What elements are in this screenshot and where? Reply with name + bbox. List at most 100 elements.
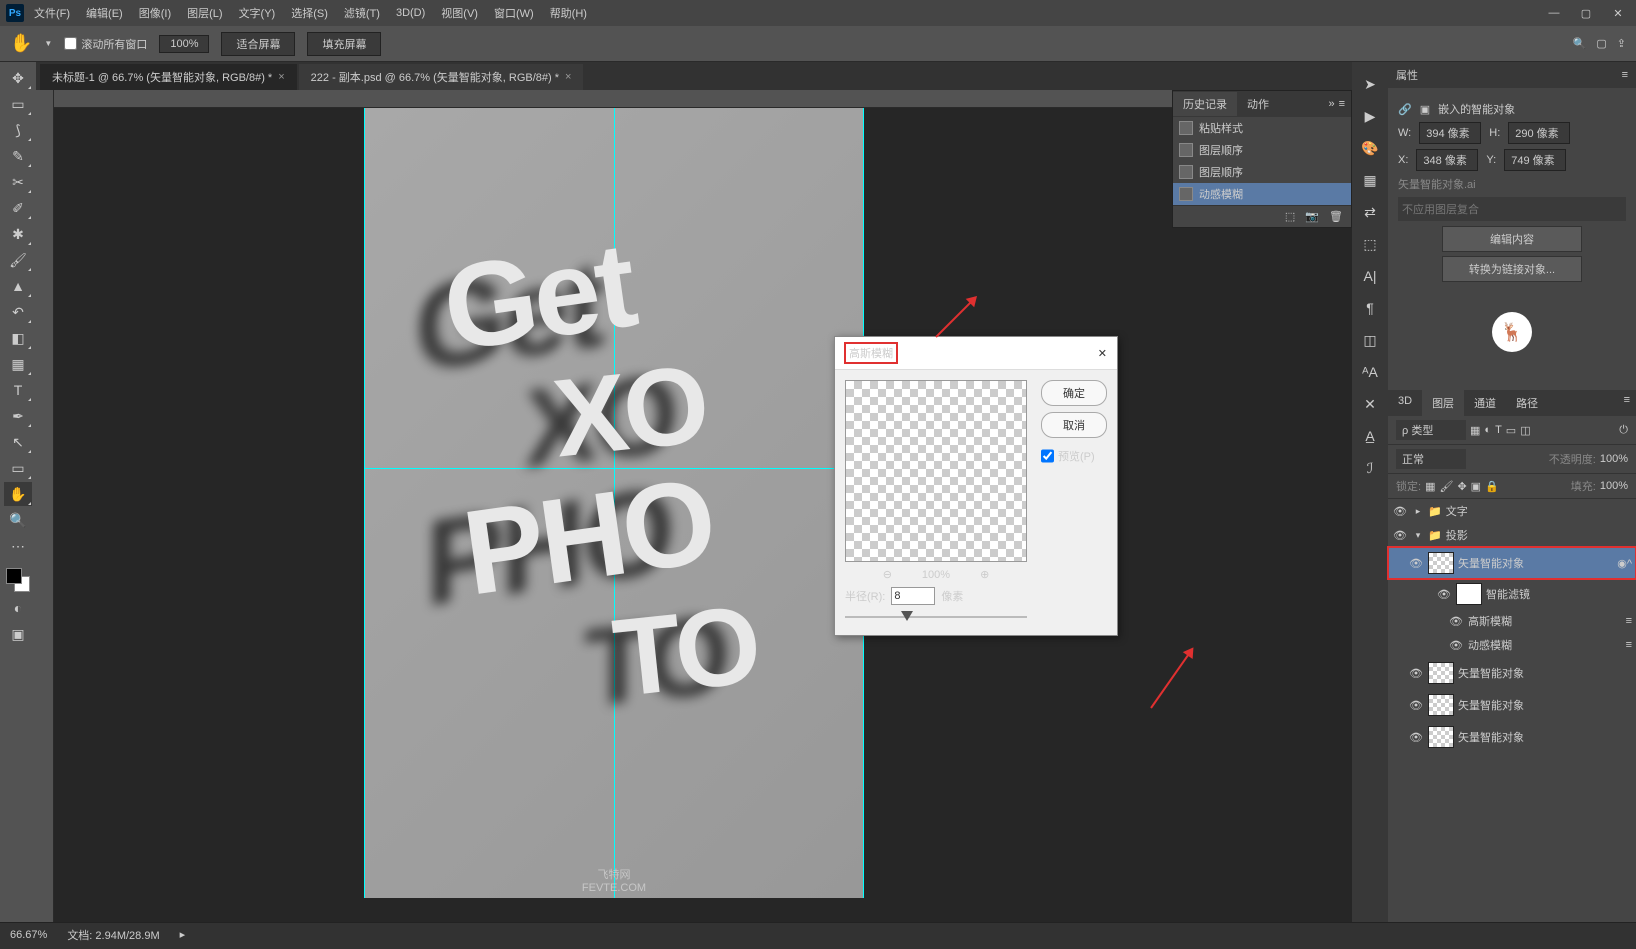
- menu-image[interactable]: 图像(I): [133, 2, 177, 24]
- filter-motion-blur[interactable]: 👁动感模糊≡: [1388, 633, 1636, 657]
- menu-filter[interactable]: 滤镜(T): [338, 2, 386, 24]
- status-chevron[interactable]: ▸: [180, 928, 186, 941]
- visibility-toggle[interactable]: 👁: [1408, 667, 1424, 680]
- convert-link-button[interactable]: 转换为链接对象...: [1442, 256, 1582, 282]
- history-item-selected[interactable]: 动感模糊: [1173, 183, 1351, 205]
- zoom-status[interactable]: 66.67%: [10, 929, 47, 941]
- menu-type[interactable]: 文字(Y): [233, 2, 282, 24]
- zoom-tool[interactable]: 🔍: [4, 508, 32, 532]
- scroll-all-checkbox[interactable]: 滚动所有窗口: [64, 36, 147, 52]
- tab-document-1[interactable]: 未标题-1 @ 66.7% (矢量智能对象, RGB/8#) *×: [40, 64, 297, 90]
- layer-smart-object[interactable]: 👁矢量智能对象: [1388, 689, 1636, 721]
- close-icon[interactable]: ✕: [1098, 347, 1107, 360]
- tab-layers[interactable]: 图层: [1422, 390, 1464, 416]
- search-icon[interactable]: 🔍: [1573, 37, 1587, 50]
- menu-3d[interactable]: 3D(D): [390, 4, 431, 22]
- eraser-tool[interactable]: ◧: [4, 326, 32, 350]
- layer-group-shadow[interactable]: 👁▾📁投影: [1388, 523, 1636, 547]
- pen-tool[interactable]: ✒: [4, 404, 32, 428]
- filter-shape-icon[interactable]: ▭: [1506, 424, 1516, 437]
- panel-menu-icon[interactable]: ≡: [1618, 390, 1636, 416]
- zoom-in-icon[interactable]: ⊕: [980, 568, 989, 581]
- brush-tool[interactable]: 🖌: [4, 248, 32, 272]
- workspace-icon[interactable]: ▢: [1596, 37, 1606, 50]
- visibility-toggle[interactable]: 👁: [1448, 615, 1464, 628]
- brush-settings-icon[interactable]: ℐ: [1359, 458, 1381, 478]
- history-item[interactable]: 图层顺序: [1173, 161, 1351, 183]
- menu-window[interactable]: 窗口(W): [488, 2, 540, 24]
- menu-select[interactable]: 选择(S): [285, 2, 334, 24]
- expand-icon[interactable]: ▸: [1412, 506, 1424, 517]
- move-tool[interactable]: ✥: [4, 66, 32, 90]
- radius-slider[interactable]: [845, 609, 1027, 625]
- minimize-button[interactable]: —: [1542, 4, 1566, 22]
- layer-smart-object[interactable]: 👁矢量智能对象: [1388, 721, 1636, 753]
- glyphs-icon[interactable]: ᴬA: [1359, 362, 1381, 382]
- filter-toggle-icon[interactable]: ⏻: [1619, 424, 1628, 437]
- maximize-button[interactable]: ▢: [1574, 4, 1598, 22]
- visibility-toggle[interactable]: 👁: [1448, 639, 1464, 652]
- x-input[interactable]: 348 像素: [1416, 149, 1478, 171]
- properties-header[interactable]: 属性≡: [1388, 62, 1636, 88]
- filter-options-icon[interactable]: ≡: [1626, 615, 1632, 627]
- opacity-input[interactable]: 100%: [1600, 453, 1628, 465]
- zoom-out-icon[interactable]: ⊖: [883, 568, 892, 581]
- filter-options-icon[interactable]: ≡: [1626, 639, 1632, 651]
- filter-gaussian-blur[interactable]: 👁高斯模糊≡: [1388, 609, 1636, 633]
- libraries-icon[interactable]: ⇄: [1359, 202, 1381, 222]
- layer-smart-filters[interactable]: 👁智能滤镜: [1388, 579, 1636, 609]
- layer-comp-select[interactable]: 不应用图层复合: [1398, 197, 1626, 221]
- width-input[interactable]: 394 像素: [1419, 122, 1481, 144]
- tab-3d[interactable]: 3D: [1388, 390, 1422, 416]
- layer-smart-object-selected[interactable]: 👁矢量智能对象◉^: [1388, 547, 1636, 579]
- visibility-toggle[interactable]: 👁: [1436, 588, 1452, 601]
- doc-size-status[interactable]: 文档: 2.94M/28.9M: [67, 927, 159, 943]
- toolbar-more[interactable]: ⋯: [4, 534, 32, 558]
- align-icon[interactable]: ◫: [1359, 330, 1381, 350]
- dialog-titlebar[interactable]: 高斯模糊 ✕: [835, 337, 1117, 370]
- panel-menu-icon[interactable]: ≡: [1339, 98, 1345, 110]
- canvas[interactable]: Get XO PHO TO Get XO PHO TO 飞特网FEVTE.COM…: [54, 90, 1352, 922]
- y-input[interactable]: 749 像素: [1504, 149, 1566, 171]
- visibility-toggle[interactable]: 👁: [1392, 505, 1408, 518]
- fill-input[interactable]: 100%: [1600, 480, 1628, 492]
- close-icon[interactable]: ×: [278, 71, 284, 83]
- cancel-button[interactable]: 取消: [1041, 412, 1107, 438]
- styles-icon[interactable]: A̲: [1359, 426, 1381, 446]
- quick-select-tool[interactable]: ✎: [4, 144, 32, 168]
- snapshot-icon[interactable]: 📷: [1305, 210, 1319, 223]
- expand-icon[interactable]: ▾: [1412, 530, 1424, 541]
- tab-paths[interactable]: 路径: [1506, 390, 1548, 416]
- preview-checkbox[interactable]: 预览(P): [1041, 448, 1107, 464]
- lock-position-icon[interactable]: ✥: [1457, 480, 1466, 493]
- share-icon[interactable]: ⇪: [1617, 37, 1626, 50]
- layer-filter-select[interactable]: ρ 类型: [1396, 420, 1466, 440]
- smart-filter-icon[interactable]: ◉^: [1617, 557, 1632, 570]
- close-button[interactable]: ✕: [1606, 4, 1630, 22]
- fill-screen-button[interactable]: 填充屏幕: [307, 32, 381, 56]
- lock-all-icon[interactable]: 🔒: [1485, 480, 1499, 493]
- visibility-toggle[interactable]: 👁: [1392, 529, 1408, 542]
- edit-contents-button[interactable]: 编辑内容: [1442, 226, 1582, 252]
- shape-tool[interactable]: ▭: [4, 456, 32, 480]
- adjust-icon[interactable]: ➤: [1359, 74, 1381, 94]
- lasso-tool[interactable]: ⟆: [4, 118, 32, 142]
- height-input[interactable]: 290 像素: [1508, 122, 1570, 144]
- filter-type-icon[interactable]: T: [1495, 424, 1502, 436]
- quick-mask-toggle[interactable]: ◐: [4, 596, 32, 620]
- zoom-level-box[interactable]: 100%: [159, 35, 209, 53]
- history-item[interactable]: 图层顺序: [1173, 139, 1351, 161]
- lock-artboard-icon[interactable]: ▣: [1471, 480, 1481, 493]
- layer-group-text[interactable]: 👁▸📁文字: [1388, 499, 1636, 523]
- path-select-tool[interactable]: ↖: [4, 430, 32, 454]
- filter-adjust-icon[interactable]: ◐: [1484, 424, 1491, 436]
- close-icon[interactable]: ×: [565, 71, 571, 83]
- new-doc-icon[interactable]: ⬚: [1285, 210, 1295, 223]
- crop-tool[interactable]: ✂: [4, 170, 32, 194]
- history-item[interactable]: 粘贴样式: [1173, 117, 1351, 139]
- paragraph-icon[interactable]: ¶: [1359, 298, 1381, 318]
- color-swatch[interactable]: [4, 566, 32, 594]
- eyedropper-tool[interactable]: ✐: [4, 196, 32, 220]
- tab-actions[interactable]: 动作: [1237, 92, 1279, 116]
- lock-paint-icon[interactable]: 🖌: [1439, 480, 1453, 493]
